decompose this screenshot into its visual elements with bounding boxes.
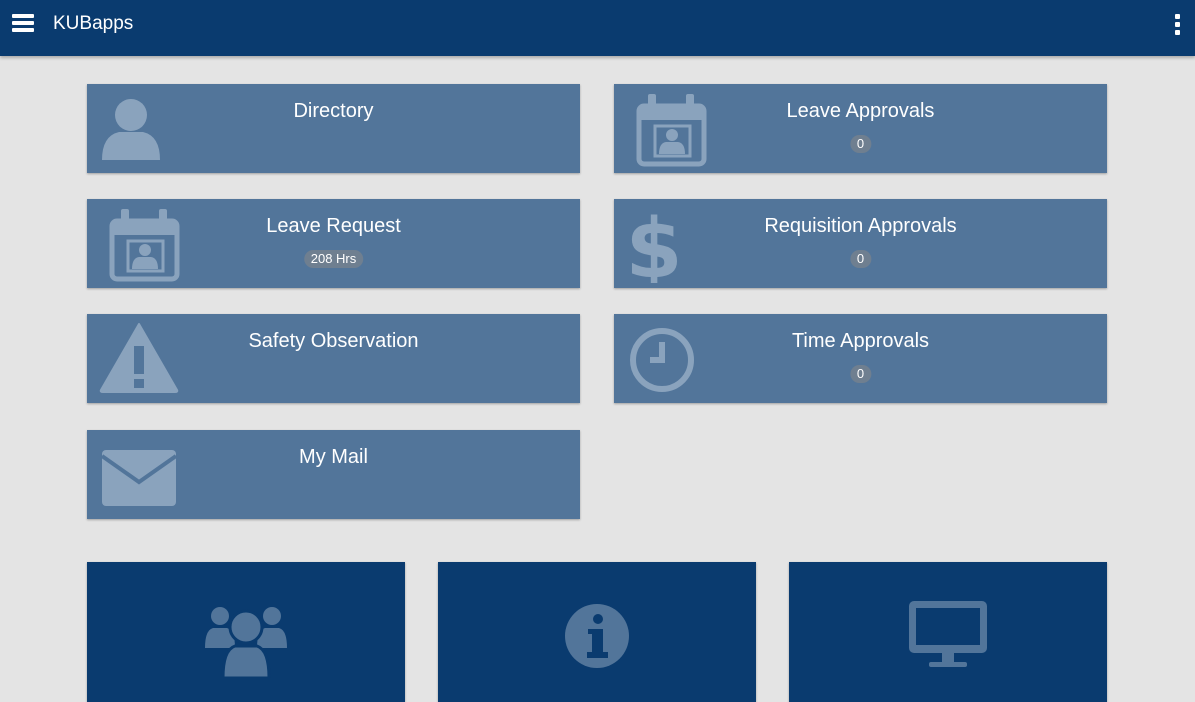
tile-directory[interactable]: Directory xyxy=(87,84,580,173)
info-icon xyxy=(565,604,629,668)
count-badge: 0 xyxy=(849,365,872,383)
tile-label: Time Approvals xyxy=(791,330,930,352)
tile-my-mail[interactable]: My Mail xyxy=(87,430,580,519)
more-vert-icon[interactable] xyxy=(1173,14,1181,36)
tile-safety-observation[interactable]: Safety Observation xyxy=(87,314,580,403)
tile-info[interactable] xyxy=(438,562,756,702)
app-title: KUBapps xyxy=(53,13,134,34)
tile-label: Safety Observation xyxy=(248,330,419,352)
app-bar: KUBapps xyxy=(0,0,1195,56)
tile-label: Requisition Approvals xyxy=(764,215,957,237)
desktop-icon xyxy=(909,601,987,667)
count-badge: 0 xyxy=(849,135,872,153)
tile-label: Leave Approvals xyxy=(786,100,935,122)
tile-label: My Mail xyxy=(299,446,368,468)
tile-time-approvals[interactable]: Time Approvals 0 xyxy=(614,314,1107,403)
hours-badge: 208 Hrs xyxy=(303,250,364,268)
count-badge: 0 xyxy=(849,250,872,268)
tile-leave-approvals[interactable]: Leave Approvals 0 xyxy=(614,84,1107,173)
tile-label: Leave Request xyxy=(266,215,401,237)
people-group-icon xyxy=(205,607,287,678)
hamburger-menu-icon[interactable] xyxy=(12,14,34,34)
tile-requisition-approvals[interactable]: $ Requisition Approvals 0 xyxy=(614,199,1107,288)
tile-leave-request[interactable]: Leave Request 208 Hrs xyxy=(87,199,580,288)
tile-computer[interactable] xyxy=(789,562,1107,702)
tile-people[interactable] xyxy=(87,562,405,702)
tile-label: Directory xyxy=(293,100,374,122)
